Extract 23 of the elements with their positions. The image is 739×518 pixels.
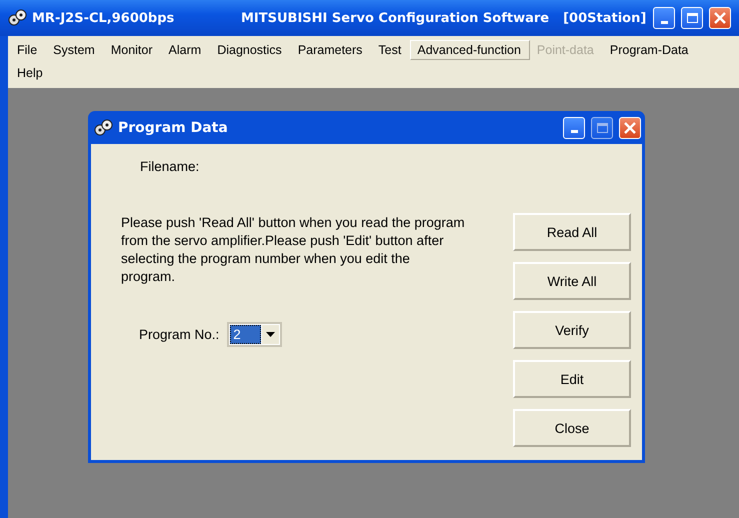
menu-item[interactable]: Diagnostics: [210, 40, 291, 60]
dialog-button[interactable]: Write All: [513, 262, 631, 300]
menu-item[interactable]: Help: [10, 63, 52, 83]
menu-item[interactable]: Test: [371, 40, 410, 60]
program-number-dropdown[interactable]: 2: [227, 322, 282, 347]
filename-label: Filename:: [140, 159, 200, 174]
dialog-title: Program Data: [118, 120, 228, 136]
menu-item[interactable]: Parameters: [290, 40, 372, 60]
window-title: [00Station]: [563, 10, 646, 26]
window-title: MITSUBISHI Servo Configuration Software: [241, 10, 550, 26]
dialog-button[interactable]: Verify: [513, 311, 631, 349]
menu-item[interactable]: Program-Data: [602, 40, 698, 60]
menu-item[interactable]: Alarm: [162, 40, 210, 60]
dialog-button[interactable]: Close: [513, 409, 631, 447]
dialog-button[interactable]: Edit: [513, 360, 631, 398]
menu-item[interactable]: File: [10, 40, 46, 60]
menu-item[interactable]: Advanced-function: [410, 40, 530, 60]
program-number-label: Program No.:: [139, 327, 220, 342]
instructions-text: Please push 'Read All' button when you read the program from the servo amplifier.Please push 'Edit' button after selecting the program number when you edit the program.: [121, 214, 466, 286]
menu-item[interactable]: System: [46, 40, 104, 60]
window-title: MR-J2S-CL,9600bps: [32, 10, 176, 26]
dialog-button[interactable]: Read All: [513, 213, 631, 251]
menu-item[interactable]: Monitor: [104, 40, 162, 60]
